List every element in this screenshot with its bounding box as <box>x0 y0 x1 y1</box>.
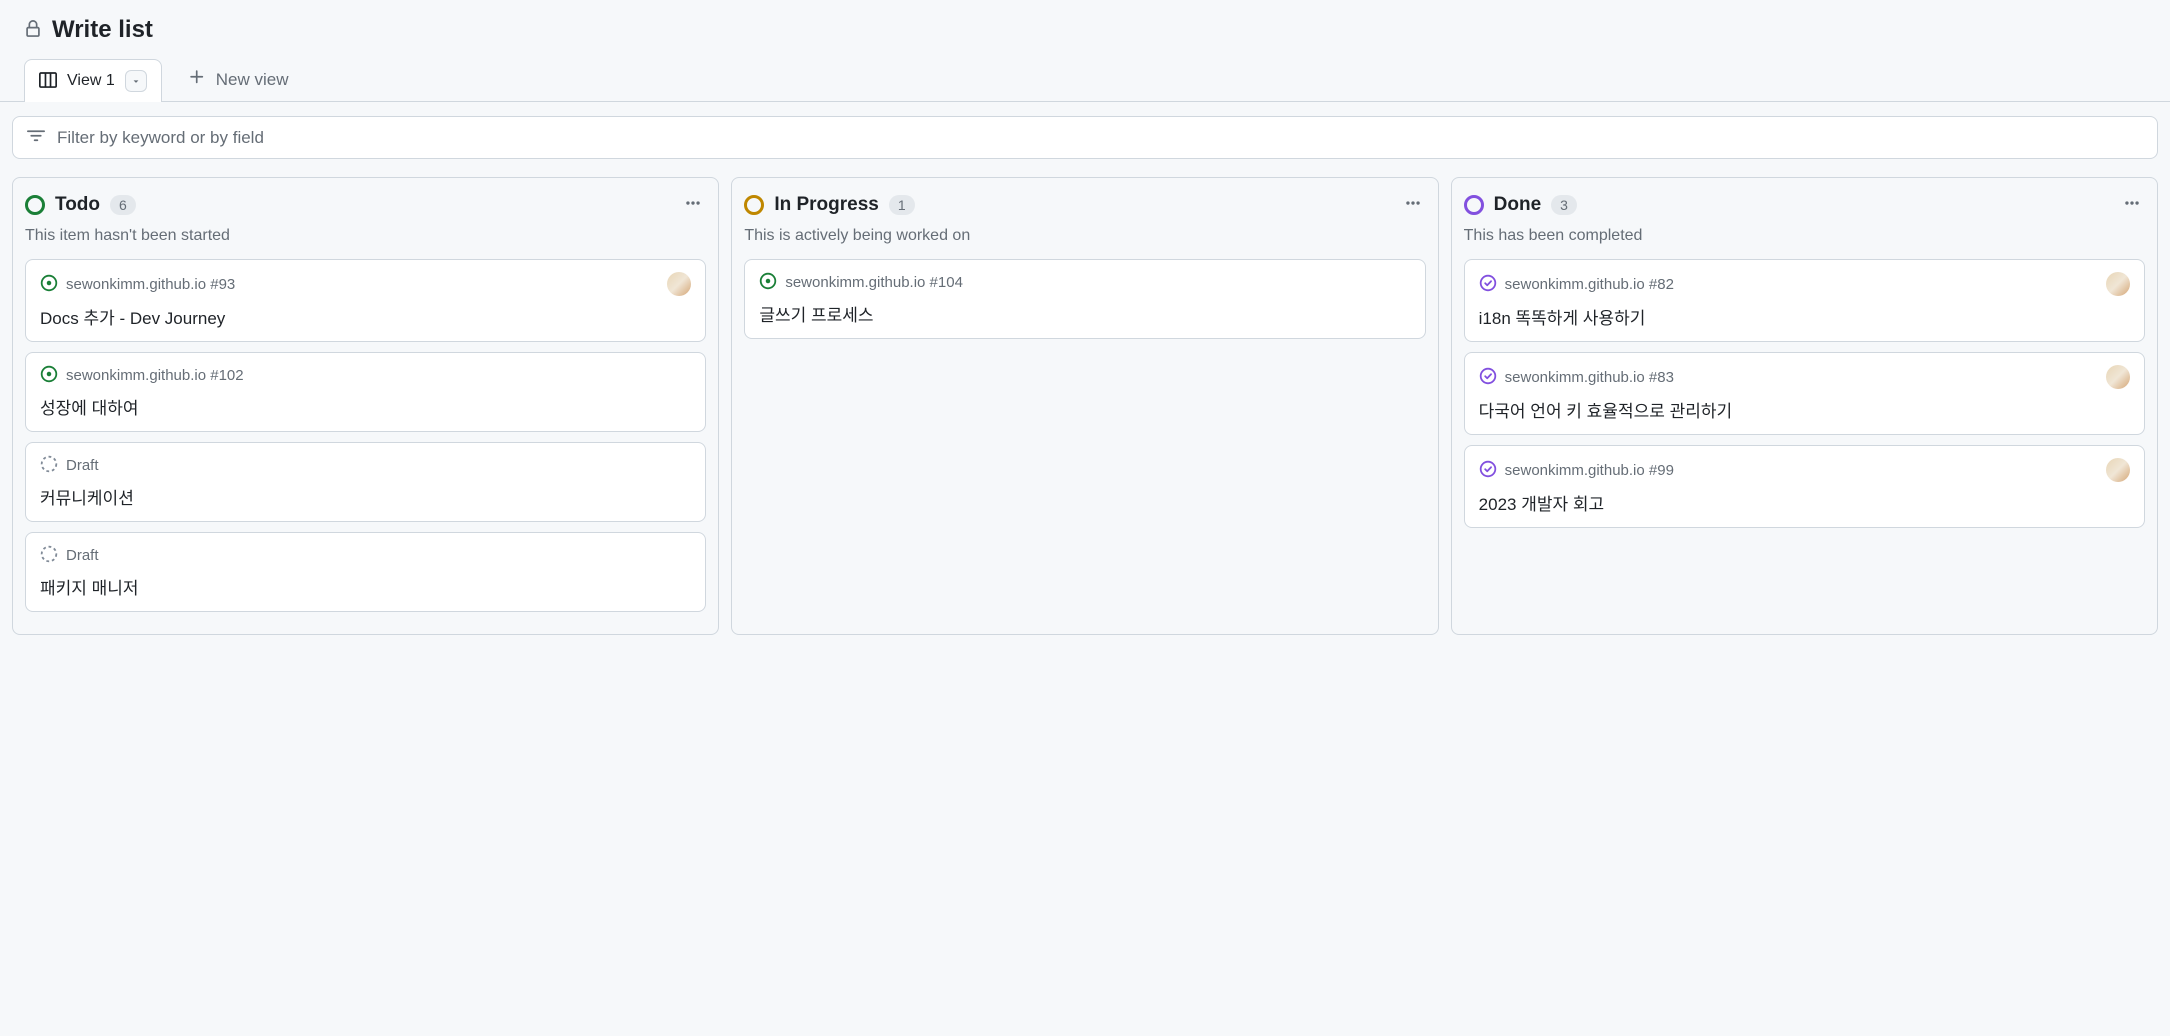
board-card[interactable]: Draft 커뮤니케이션 <box>25 442 706 522</box>
plus-icon <box>188 68 206 91</box>
issue-status-icon <box>40 455 58 476</box>
status-circle-icon <box>744 195 764 215</box>
column-title: Done <box>1494 194 1542 216</box>
new-view-button[interactable]: New view <box>174 58 303 101</box>
kebab-icon <box>2123 194 2141 212</box>
filter-icon <box>27 127 45 148</box>
column-title: Todo <box>55 194 100 216</box>
card-meta-row: sewonkimm.github.io #104 <box>759 272 1410 293</box>
issue-status-icon <box>40 545 58 566</box>
card-ref: sewonkimm.github.io #93 <box>66 276 235 293</box>
issue-status-icon <box>759 272 777 293</box>
board-body: Todo 6 This item hasn't been started sewonk… <box>0 102 2170 649</box>
card-ref: Draft <box>66 457 99 474</box>
column-in-progress: In Progress 1 This is actively being worke… <box>731 177 1438 635</box>
card-meta-row: Draft <box>40 455 691 476</box>
page-header: Write list View 1 New view <box>0 0 2170 102</box>
issue-status-icon <box>1479 274 1497 295</box>
tab-view-1[interactable]: View 1 <box>24 59 162 102</box>
card-meta-row: sewonkimm.github.io #82 <box>1479 272 2130 296</box>
kebab-icon <box>684 194 702 212</box>
board-card[interactable]: sewonkimm.github.io #104 글쓰기 프로세스 <box>744 259 1425 339</box>
column-count-badge: 3 <box>1551 195 1577 215</box>
board-icon <box>39 71 57 92</box>
issue-status-icon <box>1479 460 1497 481</box>
column-description: This has been completed <box>1464 227 2145 245</box>
card-meta-row: sewonkimm.github.io #83 <box>1479 365 2130 389</box>
board-card[interactable]: sewonkimm.github.io #83 다국어 언어 키 효율적으로 관리… <box>1464 352 2145 435</box>
tab-label: View 1 <box>67 72 115 90</box>
board-card[interactable]: sewonkimm.github.io #99 2023 개발자 회고 <box>1464 445 2145 528</box>
issue-status-icon <box>40 274 58 295</box>
card-title: 커뮤니케이션 <box>40 484 691 509</box>
card-meta-row: Draft <box>40 545 691 566</box>
card-title: 글쓰기 프로세스 <box>759 301 1410 326</box>
issue-status-icon <box>40 365 58 386</box>
card-ref: sewonkimm.github.io #99 <box>1505 462 1674 479</box>
column-header: Done 3 <box>1464 190 2145 219</box>
assignee-avatar[interactable] <box>2106 365 2130 389</box>
filter-input[interactable] <box>57 128 2143 148</box>
column-todo: Todo 6 This item hasn't been started sewonk… <box>12 177 719 635</box>
board: Todo 6 This item hasn't been started sewonk… <box>12 177 2158 635</box>
board-card[interactable]: Draft 패키지 매니저 <box>25 532 706 612</box>
issue-status-icon <box>1479 367 1497 388</box>
board-card[interactable]: sewonkimm.github.io #82 i18n 똑똑하게 사용하기 <box>1464 259 2145 342</box>
card-title: i18n 똑똑하게 사용하기 <box>1479 304 2130 329</box>
column-description: This item hasn't been started <box>25 227 706 245</box>
filter-bar[interactable] <box>12 116 2158 159</box>
card-title: 2023 개발자 회고 <box>1479 490 2130 515</box>
column-done: Done 3 This has been completed sewonkimm.gi… <box>1451 177 2158 635</box>
assignee-avatar[interactable] <box>667 272 691 296</box>
assignee-avatar[interactable] <box>2106 272 2130 296</box>
card-ref: sewonkimm.github.io #82 <box>1505 276 1674 293</box>
card-ref: sewonkimm.github.io #83 <box>1505 369 1674 386</box>
column-count-badge: 1 <box>889 195 915 215</box>
column-header: Todo 6 <box>25 190 706 219</box>
status-circle-icon <box>25 195 45 215</box>
lock-icon <box>24 20 42 41</box>
card-meta-row: sewonkimm.github.io #102 <box>40 365 691 386</box>
column-count-badge: 6 <box>110 195 136 215</box>
board-card[interactable]: sewonkimm.github.io #93 Docs 추가 - Dev Jou… <box>25 259 706 342</box>
board-card[interactable]: sewonkimm.github.io #102 성장에 대하여 <box>25 352 706 432</box>
column-menu-button[interactable] <box>680 190 706 219</box>
card-ref: sewonkimm.github.io #104 <box>785 274 963 291</box>
new-view-label: New view <box>216 70 289 90</box>
caret-down-icon <box>131 76 141 86</box>
card-title: 성장에 대하여 <box>40 394 691 419</box>
column-menu-button[interactable] <box>1400 190 1426 219</box>
card-ref: sewonkimm.github.io #102 <box>66 367 244 384</box>
tabs-row: View 1 New view <box>24 58 2146 101</box>
column-title: In Progress <box>774 194 879 216</box>
card-meta-row: sewonkimm.github.io #99 <box>1479 458 2130 482</box>
assignee-avatar[interactable] <box>2106 458 2130 482</box>
tab-dropdown-button[interactable] <box>125 70 147 92</box>
column-header: In Progress 1 <box>744 190 1425 219</box>
card-title: 다국어 언어 키 효율적으로 관리하기 <box>1479 397 2130 422</box>
column-menu-button[interactable] <box>2119 190 2145 219</box>
column-description: This is actively being worked on <box>744 227 1425 245</box>
page-title: Write list <box>52 16 153 44</box>
title-row: Write list <box>24 16 2146 44</box>
kebab-icon <box>1404 194 1422 212</box>
card-meta-row: sewonkimm.github.io #93 <box>40 272 691 296</box>
card-title: 패키지 매니저 <box>40 574 691 599</box>
card-ref: Draft <box>66 547 99 564</box>
card-title: Docs 추가 - Dev Journey <box>40 304 691 329</box>
status-circle-icon <box>1464 195 1484 215</box>
